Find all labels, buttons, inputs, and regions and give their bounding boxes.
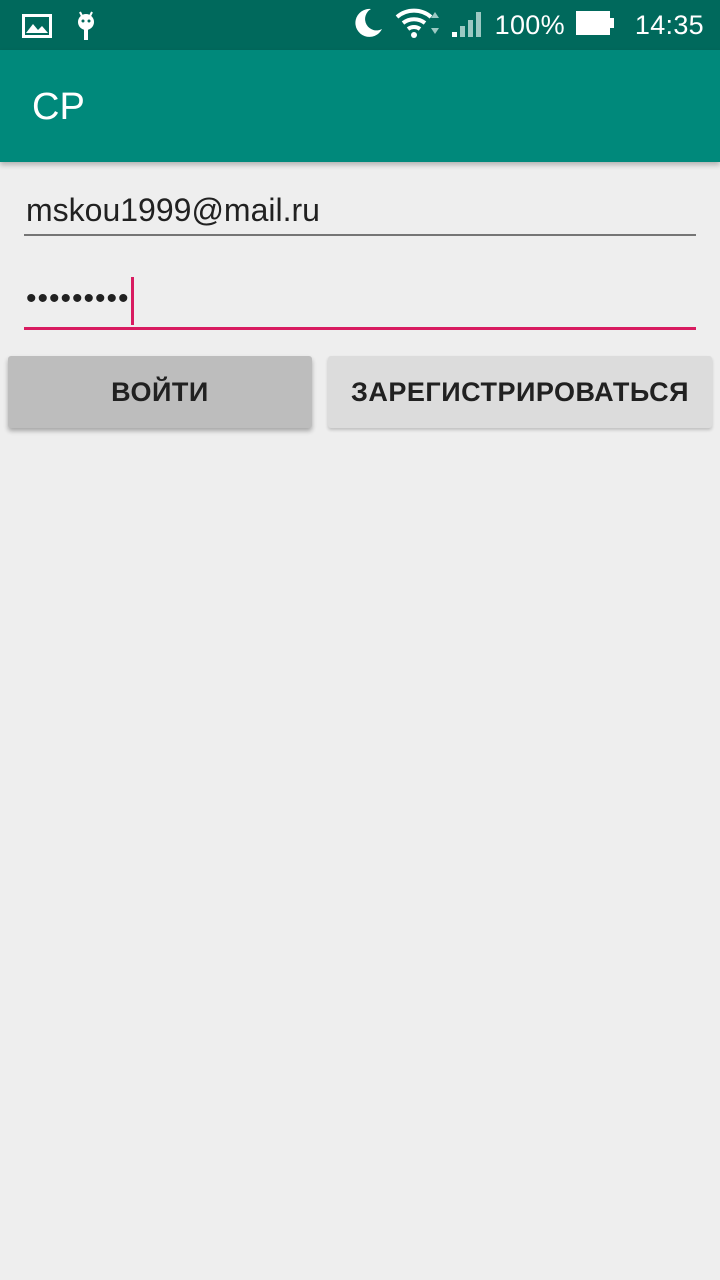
login-form: mskou1999@mail.ru ••••••••• ВОЙТИ ЗАРЕГИ…	[0, 162, 720, 1280]
android-notification-icon	[74, 11, 98, 46]
password-value: •••••••••	[26, 282, 130, 315]
password-field[interactable]: •••••••••	[24, 270, 696, 330]
clock: 14:35	[634, 9, 704, 40]
email-value: mskou1999@mail.ru	[26, 192, 320, 228]
app-bar: CP	[0, 50, 720, 162]
wifi-icon	[395, 6, 441, 45]
app-title: CP	[32, 86, 85, 128]
signal-icon	[451, 8, 485, 43]
image-notification-icon	[22, 14, 52, 43]
battery-percentage: 100%	[494, 9, 565, 40]
register-button[interactable]: ЗАРЕГИСТРИРОВАТЬСЯ	[328, 356, 712, 428]
battery-icon	[575, 10, 615, 41]
status-bar: 100% 14:35	[0, 0, 720, 50]
moon-icon	[351, 6, 385, 45]
email-field[interactable]: mskou1999@mail.ru	[24, 184, 696, 236]
login-button[interactable]: ВОЙТИ	[8, 356, 312, 428]
text-cursor	[130, 276, 134, 325]
